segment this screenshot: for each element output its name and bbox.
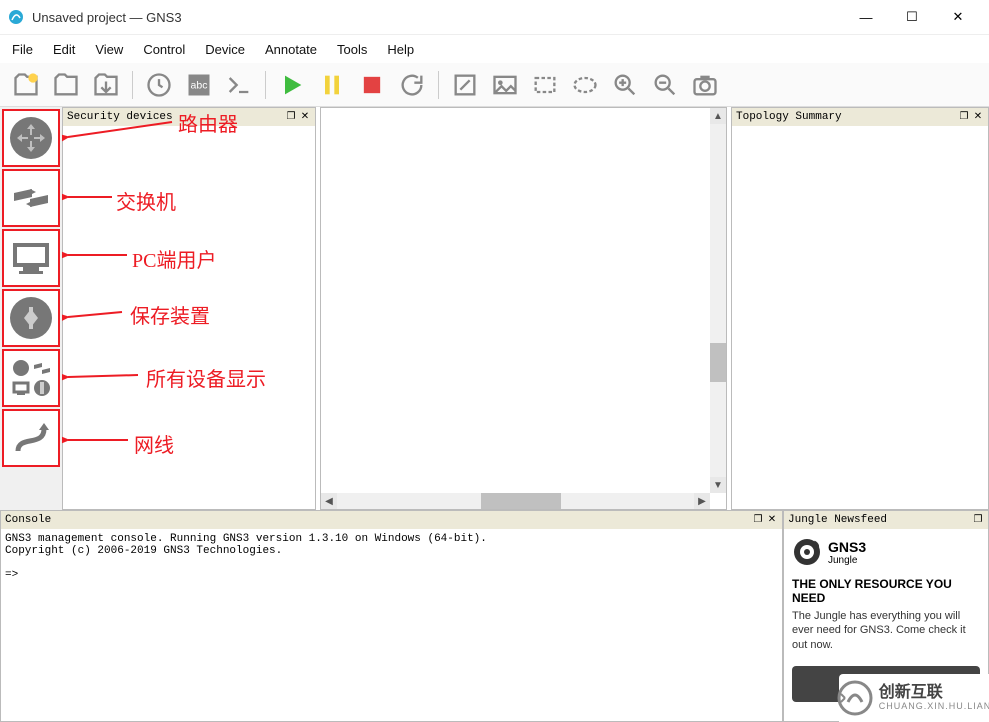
watermark: 创新互联 CHUANG.XIN.HU.LIAN: [839, 674, 989, 722]
console-panel-title: Console: [5, 514, 51, 526]
menu-annotate[interactable]: Annotate: [255, 38, 327, 61]
panel-close-icon[interactable]: ✕: [766, 514, 778, 526]
annotation-all-devices: 所有设备显示: [146, 363, 266, 392]
topology-panel-title: Topology Summary: [736, 111, 842, 123]
menu-device[interactable]: Device: [195, 38, 255, 61]
menu-control[interactable]: Control: [133, 38, 195, 61]
scroll-down-arrow[interactable]: ▼: [710, 477, 726, 493]
topology-summary-list[interactable]: [732, 126, 988, 509]
reload-button[interactable]: [394, 67, 430, 103]
routers-category-button[interactable]: [2, 109, 60, 167]
security-panel-title: Security devices: [67, 111, 173, 123]
annotation-pc: PC端用户: [132, 244, 216, 273]
annotation-cable: 网线: [134, 429, 174, 458]
close-button[interactable]: ✕: [935, 2, 981, 32]
insert-image-button[interactable]: [487, 67, 523, 103]
panel-float-icon[interactable]: ❐: [285, 111, 297, 123]
maximize-button[interactable]: ☐: [889, 2, 935, 32]
console-button[interactable]: [221, 67, 257, 103]
panel-close-icon[interactable]: ✕: [299, 111, 311, 123]
scroll-left-arrow[interactable]: ◀: [321, 493, 337, 509]
pause-button[interactable]: [314, 67, 350, 103]
jungle-brand-bottom: Jungle: [828, 555, 866, 566]
jungle-text: The Jungle has everything you will ever …: [792, 609, 980, 652]
jungle-headline: THE ONLY RESOURCE YOU NEED: [792, 577, 980, 605]
console-output[interactable]: GNS3 management console. Running GNS3 ve…: [1, 529, 782, 721]
menu-edit[interactable]: Edit: [43, 38, 85, 61]
stop-button[interactable]: [354, 67, 390, 103]
svg-text:abc: abc: [191, 79, 208, 91]
jungle-panel-title: Jungle Newsfeed: [788, 514, 887, 526]
menu-view[interactable]: View: [85, 38, 133, 61]
all-devices-category-button[interactable]: [2, 349, 60, 407]
panel-close-icon[interactable]: ✕: [972, 111, 984, 123]
start-button[interactable]: [274, 67, 310, 103]
panel-float-icon[interactable]: ❐: [972, 514, 984, 526]
annotation-router: 路由器: [178, 108, 238, 137]
security-devices-category-button[interactable]: [2, 289, 60, 347]
topology-canvas[interactable]: ▲ ▼ ◀ ▶: [320, 107, 727, 510]
new-project-button[interactable]: [8, 67, 44, 103]
save-project-button[interactable]: [88, 67, 124, 103]
add-note-button[interactable]: [447, 67, 483, 103]
canvas-horizontal-scrollbar[interactable]: ◀ ▶: [321, 493, 710, 509]
watermark-sub: CHUANG.XIN.HU.LIAN: [879, 701, 989, 711]
menu-file[interactable]: File: [2, 38, 43, 61]
open-project-button[interactable]: [48, 67, 84, 103]
scroll-up-arrow[interactable]: ▲: [710, 108, 726, 124]
panel-float-icon[interactable]: ❐: [752, 514, 764, 526]
snapshot-button[interactable]: [141, 67, 177, 103]
menu-bar: File Edit View Control Device Annotate T…: [0, 35, 989, 63]
switches-category-button[interactable]: [2, 169, 60, 227]
window-title: Unsaved project — GNS3: [32, 10, 843, 25]
zoom-in-button[interactable]: [607, 67, 643, 103]
app-icon: [8, 9, 24, 25]
watermark-main: 创新互联: [879, 685, 989, 701]
jungle-logo: GNS3 Jungle: [792, 537, 980, 567]
scroll-right-arrow[interactable]: ▶: [694, 493, 710, 509]
menu-help[interactable]: Help: [377, 38, 424, 61]
add-link-button[interactable]: [2, 409, 60, 467]
annotation-save: 保存装置: [130, 300, 210, 329]
draw-rectangle-button[interactable]: [527, 67, 563, 103]
zoom-out-button[interactable]: [647, 67, 683, 103]
draw-ellipse-button[interactable]: [567, 67, 603, 103]
panel-float-icon[interactable]: ❐: [958, 111, 970, 123]
show-interfaces-button[interactable]: abc: [181, 67, 217, 103]
horizontal-scroll-thumb[interactable]: [481, 493, 561, 509]
screenshot-button[interactable]: [687, 67, 723, 103]
end-devices-category-button[interactable]: [2, 229, 60, 287]
annotation-switch: 交换机: [116, 186, 176, 215]
jungle-brand-top: GNS3: [828, 539, 866, 555]
minimize-button[interactable]: —: [843, 2, 889, 32]
menu-tools[interactable]: Tools: [327, 38, 377, 61]
canvas-vertical-scrollbar[interactable]: ▲ ▼: [710, 108, 726, 493]
vertical-scroll-thumb[interactable]: [710, 343, 726, 382]
